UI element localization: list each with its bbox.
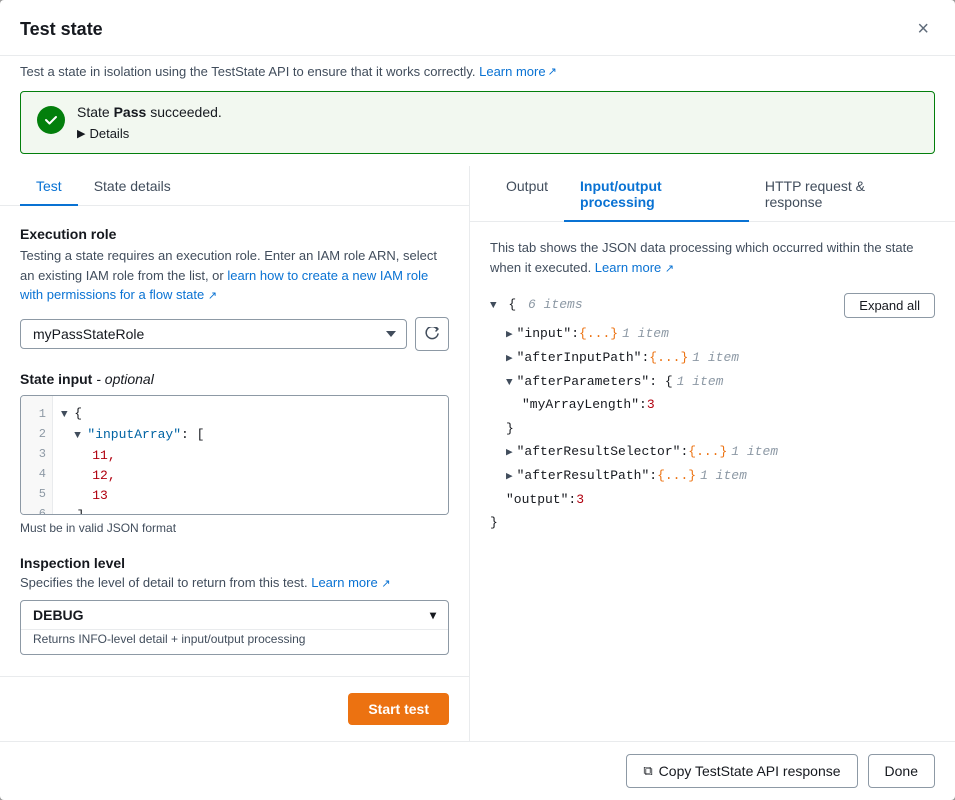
- close-button[interactable]: ×: [911, 16, 935, 43]
- code-content[interactable]: ▼ { ▼ "inputArray": [ 11, 12, 13 ]: [53, 396, 448, 514]
- modal-footer: ⧉ Copy TestState API response Done: [0, 741, 955, 800]
- details-label: Details: [89, 126, 129, 141]
- success-post: succeeded.: [150, 104, 222, 120]
- role-row: myPassStateRole: [20, 317, 449, 351]
- tree-item-after-result-selector: "afterResultSelector" : {...} 1 item: [490, 440, 935, 464]
- code-line-4: 12,: [61, 466, 440, 486]
- root-brace: { 6 items: [490, 293, 583, 317]
- debug-select[interactable]: DEBUG ▾ Returns INFO-level detail + inpu…: [20, 600, 449, 655]
- start-btn-row: Start test: [0, 676, 469, 741]
- ext-link-icon-5: ↗: [665, 263, 674, 275]
- modal-header: Test state ×: [0, 0, 955, 56]
- code-editor[interactable]: 1 2 3 4 5 6 ▼ { ▼ "inputArray": [ 11,: [20, 395, 449, 515]
- debug-description: Returns INFO-level detail + input/output…: [21, 629, 448, 654]
- right-tabs: Output Input/output processing HTTP requ…: [470, 166, 955, 222]
- right-description: This tab shows the JSON data processing …: [490, 238, 935, 277]
- execution-role-title: Execution role: [20, 226, 449, 242]
- input-toggle[interactable]: [506, 326, 513, 346]
- after-parameters-toggle[interactable]: [506, 374, 513, 394]
- ext-link-icon-2: ↗: [208, 290, 217, 302]
- copy-api-response-button[interactable]: ⧉ Copy TestState API response: [626, 754, 857, 788]
- line-num-4: 4: [39, 464, 46, 484]
- tab-state-details[interactable]: State details: [78, 166, 187, 206]
- modal-subtitle: Test a state in isolation using the Test…: [0, 56, 955, 91]
- tree-item-after-parameters: "afterParameters" : { 1 item: [490, 370, 935, 394]
- inspection-desc: Specifies the level of detail to return …: [20, 575, 449, 590]
- test-state-modal: Test state × Test a state in isolation u…: [0, 0, 955, 800]
- line-num-3: 3: [39, 444, 46, 464]
- role-select[interactable]: myPassStateRole: [20, 319, 407, 349]
- iam-role-link[interactable]: learn how to create a new IAM role with …: [20, 268, 428, 303]
- toggle-2[interactable]: ▼: [61, 430, 87, 442]
- optional-label: - optional: [96, 371, 154, 387]
- refresh-icon: [425, 327, 439, 341]
- learn-more-link[interactable]: Learn more ↗: [479, 64, 557, 79]
- success-title: State Pass succeeded.: [77, 104, 918, 120]
- line-numbers: 1 2 3 4 5 6: [21, 396, 53, 514]
- external-link-icon: ↗: [548, 65, 557, 78]
- tree-item-my-array-length: "myArrayLength" : 3: [490, 393, 935, 416]
- tree-item-after-result-path: "afterResultPath" : {...} 1 item: [490, 464, 935, 488]
- success-bold: Pass: [114, 104, 147, 120]
- line-num-6: 6: [39, 504, 46, 515]
- root-count: 6 items: [528, 297, 583, 312]
- line-num-2: 2: [39, 424, 46, 444]
- right-content: This tab shows the JSON data processing …: [470, 222, 955, 741]
- json-hint: Must be in valid JSON format: [20, 521, 449, 535]
- tab-test[interactable]: Test: [20, 166, 78, 206]
- inspection-learn-more[interactable]: Learn more ↗: [311, 575, 390, 590]
- debug-header: DEBUG ▾: [21, 601, 448, 629]
- line-num-1: 1: [39, 404, 46, 424]
- success-banner: State Pass succeeded. ▶ Details: [20, 91, 935, 154]
- root-toggle[interactable]: [490, 300, 497, 312]
- success-icon: [37, 106, 65, 134]
- inspection-desc-text: Specifies the level of detail to return …: [20, 575, 308, 590]
- line-num-5: 5: [39, 484, 46, 504]
- json-tree-header: { 6 items Expand all: [490, 293, 935, 318]
- start-test-button[interactable]: Start test: [348, 693, 449, 725]
- modal-body: Test State details Execution role Testin…: [0, 166, 955, 741]
- toggle-1[interactable]: ▼: [61, 409, 74, 421]
- refresh-button[interactable]: [415, 317, 449, 351]
- copy-icon: ⧉: [643, 763, 652, 779]
- after-result-path-toggle[interactable]: [506, 468, 513, 488]
- state-input-title: State input - optional: [20, 371, 449, 387]
- code-line-6: ]: [61, 506, 440, 514]
- tree-item-after-input-path: "afterInputPath" : {...} 1 item: [490, 346, 935, 370]
- details-toggle[interactable]: ▶ Details: [77, 126, 918, 141]
- done-button[interactable]: Done: [868, 754, 935, 788]
- debug-level: DEBUG: [33, 607, 84, 623]
- subtitle-text: Test a state in isolation using the Test…: [20, 64, 475, 79]
- tree-item-input: "input" : {...} 1 item: [490, 322, 935, 346]
- code-line-1: ▼ {: [61, 404, 440, 425]
- chevron-down-icon: ▾: [430, 608, 436, 622]
- ext-link-icon-3: ↗: [381, 578, 390, 590]
- inspection-title: Inspection level: [20, 555, 449, 571]
- right-learn-more[interactable]: Learn more ↗: [595, 260, 674, 275]
- left-content: Execution role Testing a state requires …: [0, 206, 469, 676]
- tab-output[interactable]: Output: [490, 166, 564, 222]
- chevron-right-icon: ▶: [77, 127, 85, 140]
- right-panel: Output Input/output processing HTTP requ…: [470, 166, 955, 741]
- tab-input-output-processing[interactable]: Input/output processing: [564, 166, 749, 222]
- execution-role-desc: Testing a state requires an execution ro…: [20, 246, 449, 305]
- left-tabs: Test State details: [0, 166, 469, 206]
- tab-http-request-response[interactable]: HTTP request & response: [749, 166, 935, 222]
- code-line-5: 13: [61, 486, 440, 506]
- root-close-brace: }: [490, 511, 935, 534]
- modal-title: Test state: [20, 19, 103, 40]
- success-content: State Pass succeeded. ▶ Details: [77, 104, 918, 141]
- json-tree: { 6 items Expand all "input" : {...} 1 i…: [490, 293, 935, 535]
- after-parameters-close: }: [490, 417, 935, 440]
- tree-item-output: "output" : 3: [490, 488, 935, 511]
- after-result-selector-toggle[interactable]: [506, 444, 513, 464]
- left-panel: Test State details Execution role Testin…: [0, 166, 470, 741]
- after-input-path-toggle[interactable]: [506, 350, 513, 370]
- code-line-2: ▼ "inputArray": [: [61, 425, 440, 446]
- code-line-3: 11,: [61, 446, 440, 466]
- expand-all-button[interactable]: Expand all: [844, 293, 935, 318]
